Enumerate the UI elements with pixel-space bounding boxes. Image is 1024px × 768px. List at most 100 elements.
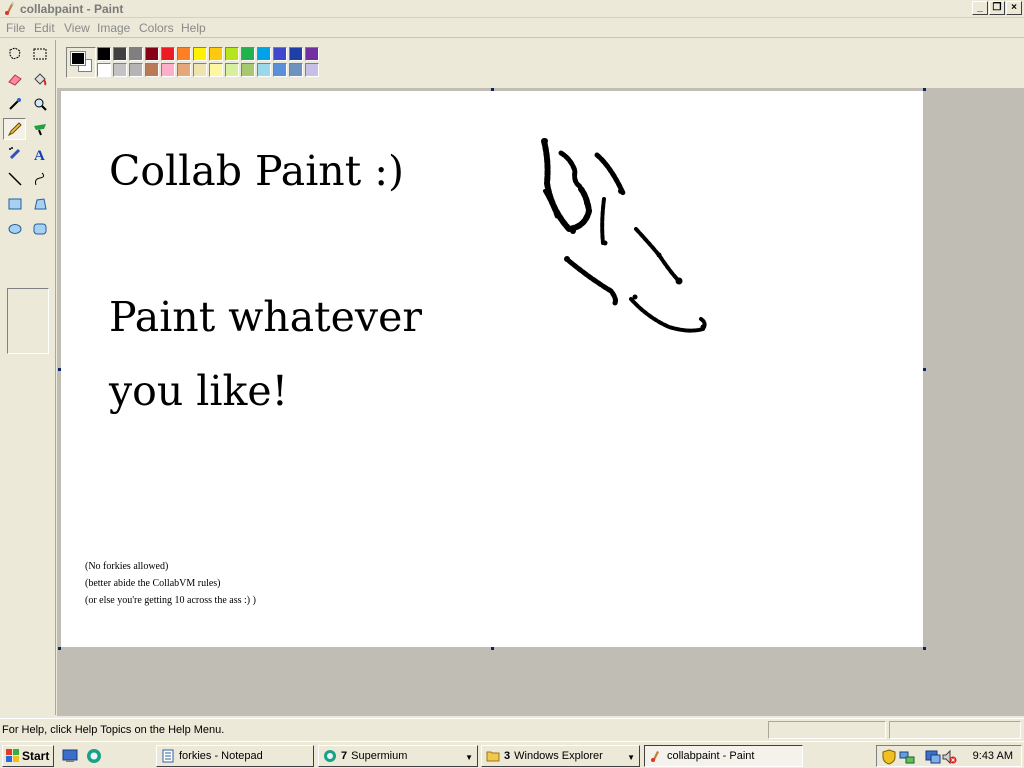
status-bar: For Help, click Help Topics on the Help … xyxy=(0,718,1024,740)
tool-color-picker[interactable] xyxy=(3,93,26,115)
toolbox: A xyxy=(0,40,56,715)
display-icon[interactable] xyxy=(925,749,941,765)
tool-curve[interactable] xyxy=(28,168,51,190)
restore-button[interactable]: ❐ xyxy=(989,1,1005,15)
tool-brush[interactable] xyxy=(28,118,51,140)
tool-rectangle[interactable] xyxy=(3,193,26,215)
canvas-doodle xyxy=(541,138,707,333)
menu-view[interactable]: View xyxy=(64,21,90,35)
tool-ellipse[interactable] xyxy=(3,218,26,240)
palette-swatch[interactable] xyxy=(273,47,287,61)
canvas-text-title: Collab Paint :) xyxy=(109,147,405,195)
palette-swatch[interactable] xyxy=(209,63,223,77)
palette-swatch[interactable] xyxy=(145,63,159,77)
volume-muted-icon[interactable] xyxy=(941,749,957,765)
show-desktop-icon[interactable] xyxy=(62,748,78,764)
taskbar-count-supermium: 7 xyxy=(341,750,348,762)
palette-swatch[interactable] xyxy=(241,63,255,77)
menu-help[interactable]: Help xyxy=(181,21,206,35)
palette-swatch[interactable] xyxy=(241,47,255,61)
windows-logo-icon xyxy=(6,749,19,762)
palette-swatch[interactable] xyxy=(129,47,143,61)
system-tray: 9:43 AM xyxy=(876,745,1022,767)
palette-swatch[interactable] xyxy=(273,63,287,77)
resize-handle-top[interactable] xyxy=(491,88,494,91)
drawing-canvas[interactable]: Collab Paint :) Paint whatever you like!… xyxy=(61,91,923,647)
tool-magnifier[interactable] xyxy=(28,93,51,115)
palette-swatch[interactable] xyxy=(97,63,111,77)
taskbar-button-explorer[interactable]: 3 Windows Explorer ▼ xyxy=(481,745,640,767)
paint-app-icon xyxy=(651,751,659,762)
menu-file[interactable]: File xyxy=(6,21,25,35)
tool-free-form-select[interactable] xyxy=(3,43,26,65)
palette-swatch[interactable] xyxy=(305,63,319,77)
palette-swatch[interactable] xyxy=(113,63,127,77)
palette-swatch[interactable] xyxy=(193,47,207,61)
taskbar-button-paint[interactable]: collabpaint - Paint xyxy=(644,745,803,767)
start-button[interactable]: Start xyxy=(2,745,54,767)
palette-swatch[interactable] xyxy=(161,63,175,77)
title-bar[interactable]: collabpaint - Paint _ ❐ × xyxy=(0,0,1024,18)
browser-quicklaunch-icon[interactable] xyxy=(86,748,102,764)
palette-swatch[interactable] xyxy=(305,47,319,61)
airbrush-icon xyxy=(8,147,20,160)
start-label: Start xyxy=(22,749,50,763)
brush-icon xyxy=(33,124,46,136)
menu-image[interactable]: Image xyxy=(97,21,130,35)
palette-swatch[interactable] xyxy=(193,63,207,77)
polygon-icon xyxy=(33,198,47,210)
palette-swatch[interactable] xyxy=(161,47,175,61)
line-icon xyxy=(7,172,22,186)
resize-handle-right[interactable] xyxy=(923,368,926,371)
palette-swatch[interactable] xyxy=(113,47,127,61)
palette-swatch[interactable] xyxy=(129,63,143,77)
color-picker-icon xyxy=(8,98,21,110)
taskbar-label-paint: collabpaint - Paint xyxy=(667,750,755,762)
tool-polygon[interactable] xyxy=(28,193,51,215)
tool-options-box[interactable] xyxy=(7,288,49,354)
tool-select[interactable] xyxy=(28,43,51,65)
free-form-select-icon xyxy=(9,47,21,60)
resize-handle-bottom-left[interactable] xyxy=(58,647,61,650)
tool-pencil[interactable] xyxy=(3,118,26,140)
window-title: collabpaint - Paint xyxy=(20,2,124,16)
status-pane-size xyxy=(889,721,1021,739)
palette-swatch[interactable] xyxy=(177,47,191,61)
palette-swatch[interactable] xyxy=(225,63,239,77)
notepad-icon xyxy=(162,749,174,763)
canvas-area[interactable]: Collab Paint :) Paint whatever you like!… xyxy=(57,88,1024,716)
menu-edit[interactable]: Edit xyxy=(34,21,55,35)
taskbar-button-notepad[interactable]: forkies - Notepad xyxy=(156,745,314,767)
tool-airbrush[interactable] xyxy=(3,143,26,165)
tool-text[interactable]: A xyxy=(28,143,51,165)
close-button[interactable]: × xyxy=(1006,1,1022,15)
security-shield-icon[interactable] xyxy=(881,749,897,765)
palette-swatch[interactable] xyxy=(225,47,239,61)
palette-swatch[interactable] xyxy=(257,47,271,61)
current-colors[interactable] xyxy=(66,47,96,78)
taskbar-count-explorer: 3 xyxy=(504,750,511,762)
resize-handle-top-right[interactable] xyxy=(923,88,926,91)
tool-line[interactable] xyxy=(3,168,26,190)
palette-swatch[interactable] xyxy=(145,47,159,61)
palette-swatch[interactable] xyxy=(257,63,271,77)
pencil-icon xyxy=(7,122,22,137)
menu-colors[interactable]: Colors xyxy=(139,21,174,35)
palette-swatch[interactable] xyxy=(289,63,303,77)
color-palette xyxy=(57,40,1024,88)
palette-swatch[interactable] xyxy=(289,47,303,61)
clock[interactable]: 9:43 AM xyxy=(973,750,1013,762)
palette-swatch[interactable] xyxy=(177,63,191,77)
palette-swatch[interactable] xyxy=(209,47,223,61)
tool-eraser[interactable] xyxy=(3,68,26,90)
resize-handle-bottom[interactable] xyxy=(491,647,494,650)
minimize-button[interactable]: _ xyxy=(972,1,988,15)
network-icon[interactable] xyxy=(899,749,915,765)
resize-handle-left[interactable] xyxy=(58,368,61,371)
tool-fill[interactable] xyxy=(28,68,51,90)
taskbar-button-supermium[interactable]: 7 Supermium ▼ xyxy=(318,745,478,767)
folder-icon xyxy=(486,751,500,762)
tool-rounded-rectangle[interactable] xyxy=(28,218,51,240)
palette-swatch[interactable] xyxy=(97,47,111,61)
resize-handle-bottom-right[interactable] xyxy=(923,647,926,650)
